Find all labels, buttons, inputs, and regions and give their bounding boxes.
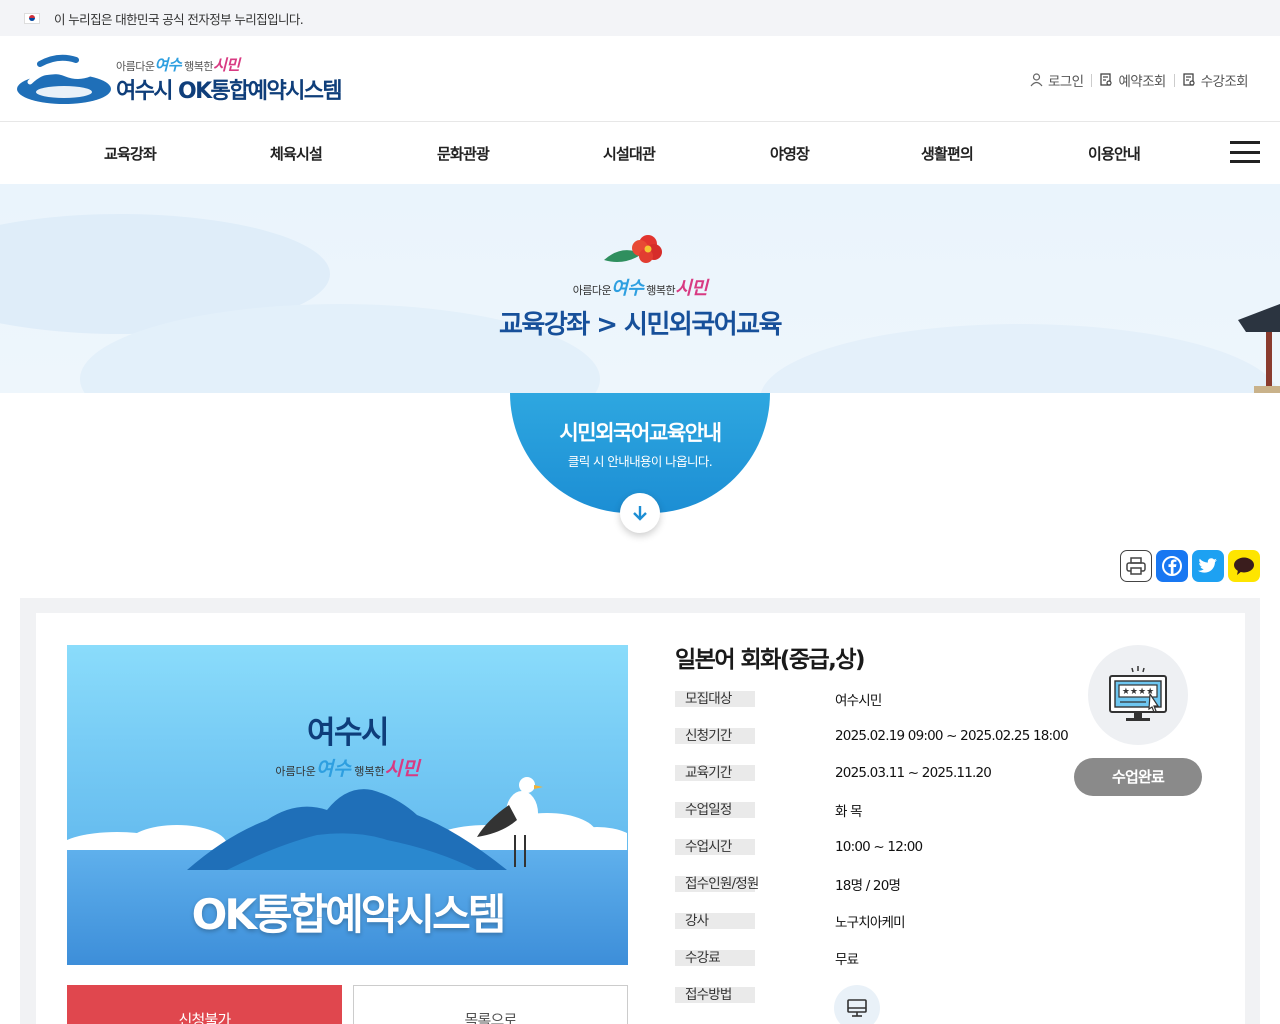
info-value: 10:00 ~ 12:00 (835, 839, 923, 855)
info-label: 수업시간 (675, 839, 755, 855)
nav-item-culture[interactable]: 문화관광 (437, 143, 490, 164)
share-bar (1120, 550, 1260, 582)
status-badge: 수업완료 (1074, 758, 1202, 796)
info-label: 강사 (675, 913, 755, 929)
guide-title: 시민외국어교육안내 (559, 421, 722, 445)
twitter-icon[interactable] (1192, 550, 1224, 582)
korea-flag-icon (24, 12, 40, 24)
info-value: 노구치아케미 (835, 915, 906, 931)
main-nav: 교육강좌 체육시설 문화관광 시설대관 야영장 생활편의 이용안내 (0, 122, 1280, 184)
nav-item-facility-rental[interactable]: 시설대관 (603, 143, 656, 164)
nav-item-education[interactable]: 교육강좌 (104, 143, 157, 164)
info-value: 여수시민 (835, 693, 882, 709)
info-row-fee: 수강료 무료 (675, 947, 859, 969)
info-value: 2025.03.11 ~ 2025.11.20 (835, 765, 992, 781)
guide-subtitle: 클릭 시 안내내용이 나옵니다. (567, 454, 713, 469)
info-value: 무료 (835, 952, 859, 968)
info-label: 모집대상 (675, 691, 755, 707)
thumbnail-slogan: 아름다운여수 행복한시민 (275, 758, 420, 780)
document-search-icon (1183, 73, 1195, 86)
nav-item-camping[interactable]: 야영장 (770, 143, 810, 164)
document-search-icon (1100, 73, 1113, 86)
info-row-schedule: 수업일정 화 목 (675, 799, 863, 821)
course-title: 일본어 회화(중급,상) (675, 647, 866, 673)
thumbnail-title: OK통합예약시스템 (191, 890, 507, 939)
info-value: 화 목 (835, 804, 863, 820)
divider (1091, 73, 1093, 87)
arrow-down-icon[interactable] (620, 493, 660, 533)
menu-icon[interactable] (1230, 141, 1260, 163)
course-thumbnail: 여수시 아름다운여수 행복한시민 OK통합예약시스템 (67, 645, 628, 965)
online-monitor-icon (834, 985, 880, 1024)
nav-item-guide[interactable]: 이용안내 (1088, 143, 1141, 164)
page-title: 교육강좌 > 시민외국어교육 (498, 310, 783, 340)
info-label: 교육기간 (675, 765, 755, 781)
info-row-method: 접수방법 (675, 984, 755, 1006)
site-header: 아름다운여수 행복한시민 여수시 OK통합예약시스템 로그인 예약조회 수강조회 (0, 36, 1280, 122)
info-value: 18명 / 20명 (835, 878, 901, 894)
facebook-icon[interactable] (1156, 550, 1188, 582)
svg-text:★★★★: ★★★★ (1122, 687, 1154, 697)
camellia-flower-icon (604, 235, 662, 263)
info-row-target: 모집대상 여수시민 (675, 688, 882, 710)
info-label: 수강료 (675, 950, 755, 966)
seagull-icon (477, 777, 543, 867)
logo-mark-icon (16, 52, 112, 106)
mountain-island-icon (187, 789, 507, 870)
nav-item-convenience[interactable]: 생활편의 (921, 143, 974, 164)
apply-button[interactable]: 신청불가 (67, 985, 342, 1024)
info-label: 신청기간 (675, 728, 755, 744)
site-logo[interactable]: 아름다운여수 행복한시민 여수시 OK통합예약시스템 (16, 52, 343, 106)
nav-item-sports[interactable]: 체육시설 (270, 143, 323, 164)
info-label: 접수방법 (675, 987, 755, 1003)
hero-banner: 아름다운여수 행복한시민 교육강좌 > 시민외국어교육 (0, 184, 1280, 393)
thumbnail-brand: 여수시 (306, 715, 390, 751)
utility-menu: 로그인 예약조회 수강조회 (1030, 70, 1249, 90)
gov-banner-text: 이 누리집은 대한민국 공식 전자정부 누리집입니다. (54, 11, 304, 27)
logo-slogan: 아름다운여수 행복한시민 (116, 55, 240, 74)
info-label: 접수인원/정원 (675, 876, 759, 892)
kakaotalk-icon[interactable] (1228, 550, 1260, 582)
print-icon[interactable] (1120, 550, 1152, 582)
info-row-instructor: 강사 노구치아케미 (675, 910, 906, 932)
info-row-capacity: 접수인원/정원 18명 / 20명 (675, 873, 901, 895)
back-to-list-button[interactable]: 목록으로 (353, 985, 628, 1024)
logo-title: 여수시 OK통합예약시스템 (116, 78, 343, 104)
reservation-lookup-link[interactable]: 예약조회 (1100, 70, 1166, 90)
info-label: 수업일정 (675, 802, 755, 818)
review-monitor-icon: ★★★★ (1088, 645, 1188, 745)
divider (1173, 73, 1175, 87)
pavilion-icon (1238, 304, 1280, 393)
info-row-time: 수업시간 10:00 ~ 12:00 (675, 836, 923, 858)
gov-banner: 이 누리집은 대한민국 공식 전자정부 누리집입니다. (0, 0, 1280, 36)
info-value: 2025.02.19 09:00 ~ 2025.02.25 18:00 (835, 728, 1069, 744)
thumbnail-logo: 여수시 아름다운여수 행복한시민 (67, 707, 628, 781)
hero-slogan: 아름다운여수 행복한시민 (572, 278, 708, 299)
user-icon (1030, 73, 1043, 87)
info-row-edu-period: 교육기간 2025.03.11 ~ 2025.11.20 (675, 762, 992, 784)
info-row-apply-period: 신청기간 2025.02.19 09:00 ~ 2025.02.25 18:00 (675, 725, 1069, 747)
login-link[interactable]: 로그인 (1030, 70, 1084, 90)
course-lookup-link[interactable]: 수강조회 (1183, 70, 1249, 90)
